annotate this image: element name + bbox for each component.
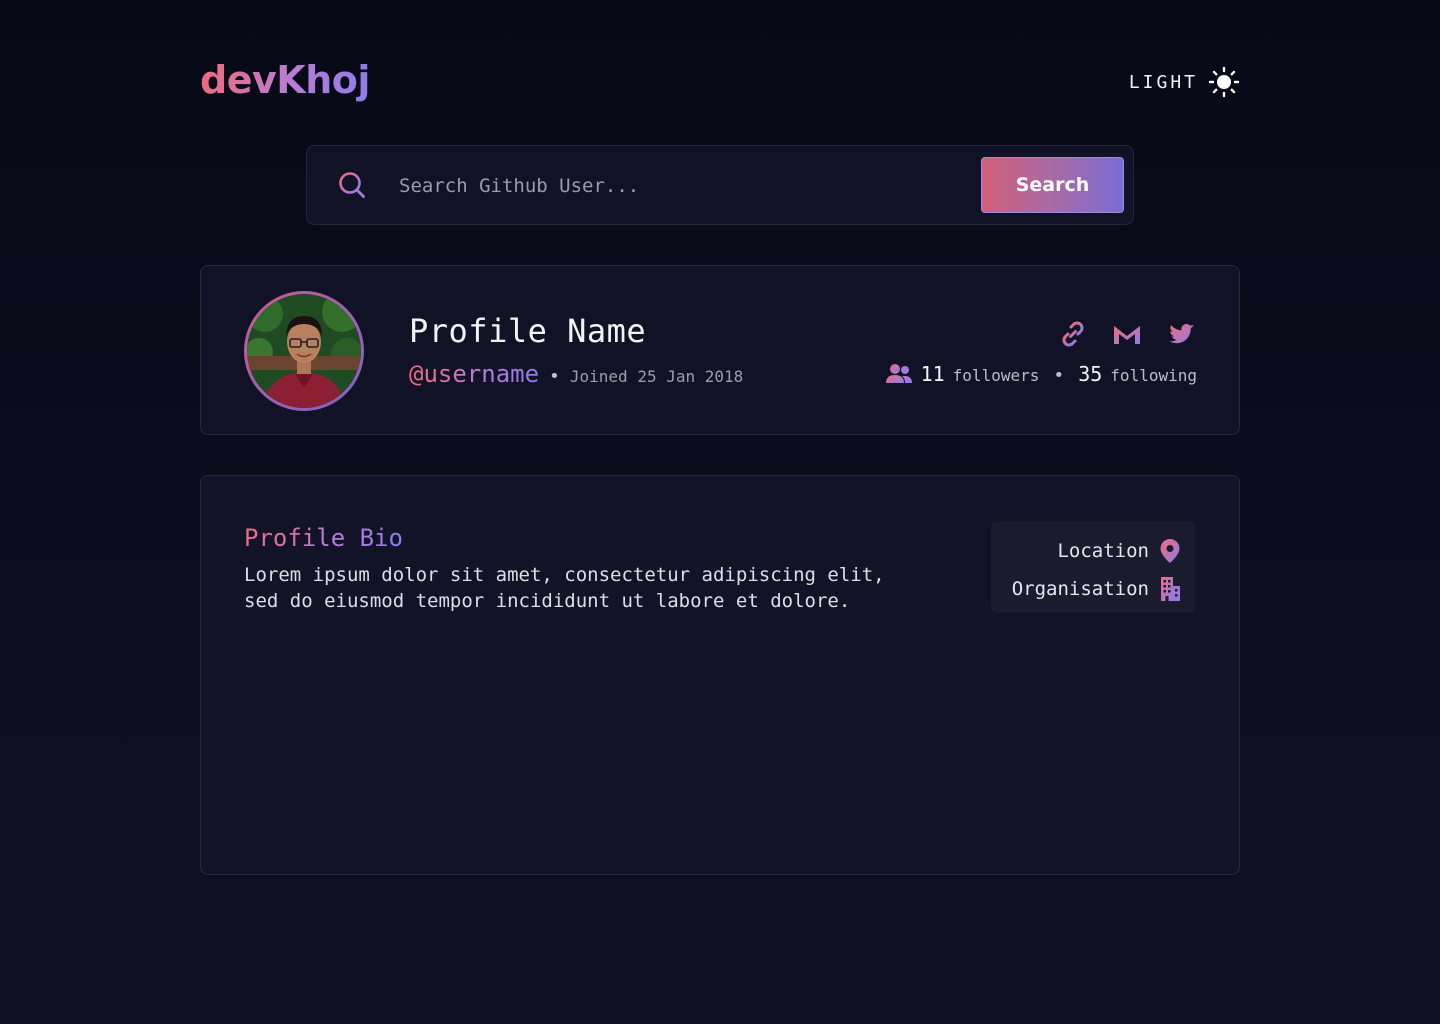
twitter-icon[interactable]: [1165, 318, 1197, 350]
avatar-image: [247, 294, 361, 408]
organisation-text: Organisation: [1011, 578, 1149, 600]
joined-date: Joined 25 Jan 2018: [569, 367, 744, 386]
separator-dot: •: [549, 366, 560, 387]
stats-row: 11 followers • 35 following: [885, 362, 1197, 386]
bio-card: Profile Bio Lorem ipsum dolor sit amet, …: [200, 475, 1240, 875]
location-row: Location: [991, 535, 1181, 567]
location-pin-icon: [1160, 539, 1180, 563]
people-icon: [885, 364, 912, 383]
meta-box: Location Organisation: [991, 521, 1195, 613]
bio-text: Lorem ipsum dolor sit amet, consectetur …: [244, 562, 944, 614]
bio-text-line: Lorem ipsum dolor sit amet, consectetur …: [244, 564, 885, 586]
following-label[interactable]: following: [1110, 366, 1197, 385]
search-button[interactable]: Search: [981, 157, 1124, 213]
bio-text-line: sed do eiusmod tempor incididunt ut labo…: [244, 590, 851, 612]
followers-count[interactable]: 11: [921, 362, 945, 386]
social-links: [1057, 318, 1197, 350]
link-icon[interactable]: [1057, 318, 1089, 350]
location-text: Location: [1057, 540, 1149, 562]
search-input[interactable]: [399, 166, 959, 206]
theme-toggle[interactable]: LIGHT: [1129, 66, 1240, 98]
gmail-icon[interactable]: [1111, 318, 1143, 350]
organisation-row: Organisation: [991, 573, 1181, 605]
search-bar: Search: [306, 145, 1134, 225]
profile-card: Profile Name @username • Joined 25 Jan 2…: [200, 265, 1240, 435]
building-icon: [1161, 577, 1180, 601]
username[interactable]: @username: [409, 360, 539, 388]
search-icon: [339, 172, 365, 198]
app-logo[interactable]: devKhoj: [200, 58, 370, 102]
followers-label[interactable]: followers: [953, 366, 1040, 385]
profile-name: Profile Name: [409, 312, 647, 350]
username-row: @username • Joined 25 Jan 2018: [409, 360, 743, 388]
stats-separator: •: [1053, 365, 1065, 386]
sun-icon[interactable]: [1208, 66, 1240, 98]
theme-label[interactable]: LIGHT: [1129, 72, 1198, 93]
avatar: [244, 291, 364, 411]
bio-title: Profile Bio: [244, 524, 403, 552]
following-count[interactable]: 35: [1078, 362, 1102, 386]
